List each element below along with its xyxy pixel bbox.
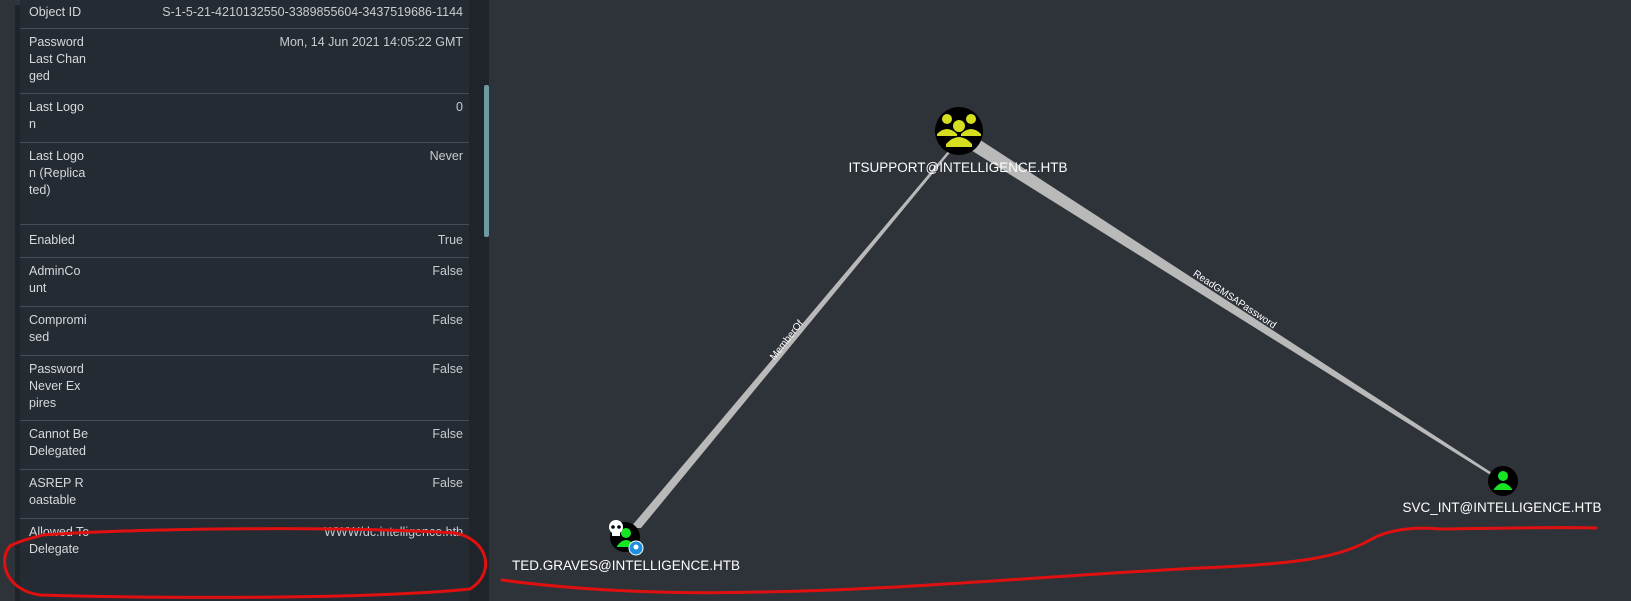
property-value[interactable]: False [432,361,463,378]
property-value[interactable]: Mon, 14 Jun 2021 14:05:22 GMT [280,34,463,51]
node-svc-int-label: SVC_INT@INTELLIGENCE.HTB [1403,500,1602,515]
property-row-cannot-be-delegated: Cannot Be Delegated False [20,421,472,470]
node-ted-graves-label: TED.GRAVES@INTELLIGENCE.HTB [512,558,740,573]
property-label: Last Logon [29,100,84,131]
property-row-compromised: Compromised False [20,307,472,356]
property-label: Compromised [29,313,87,344]
node-itsupport-label: ITSUPPORT@INTELLIGENCE.HTB [849,160,1068,175]
property-row-admincount: AdminCount False [20,258,472,307]
graph-canvas[interactable]: MemberOf ReadGMSAPassword ITSUPPORT@INTE… [489,0,1631,601]
edge-memberof[interactable]: MemberOf [630,137,962,528]
property-value[interactable]: False [432,475,463,492]
property-row-enabled: Enabled True [20,225,472,258]
node-properties-panel: Object ID S-1-5-21-4210132550-3389855604… [15,0,489,601]
node-itsupport[interactable]: ITSUPPORT@INTELLIGENCE.HTB [849,107,1068,175]
property-row-last-logon-replicated: Last Logon (Replicated) Never [20,143,472,225]
property-value[interactable]: 0 [456,99,463,116]
property-row-allowed-to-delegate: Allowed To Delegate WWW/dc.intelligence.… [20,519,472,569]
property-value[interactable]: False [432,312,463,329]
property-value[interactable]: S-1-5-21-4210132550-3389855604-343751968… [162,4,463,21]
property-value[interactable]: True [438,232,463,249]
property-row-password-last-changed: Password Last Changed Mon, 14 Jun 2021 1… [20,29,472,94]
property-row-password-never-expires: Password Never Expires False [20,356,472,421]
property-value[interactable]: False [432,263,463,280]
edge-readgmsapassword[interactable]: ReadGMSAPassword [958,132,1506,484]
property-label: Object ID [29,5,82,19]
property-value[interactable]: WWW/dc.intelligence.htb [324,524,463,541]
property-value[interactable]: Never [430,148,463,165]
property-label: AdminCount [29,264,81,295]
property-label: Password Last Changed [29,35,86,83]
edge-readgmsapassword-label: ReadGMSAPassword [1191,268,1278,331]
edge-readgmsapassword-line [958,132,1506,484]
node-svc-int[interactable]: SVC_INT@INTELLIGENCE.HTB [1403,466,1602,515]
property-row-last-logon: Last Logon 0 [20,94,472,143]
property-label: Last Logon (Replicated) [29,149,86,197]
property-label: Cannot Be Delegated [29,427,89,458]
property-row-object-id: Object ID S-1-5-21-4210132550-3389855604… [20,0,472,29]
property-label: ASREP Roastable [29,476,84,507]
edge-memberof-label: MemberOf [768,318,806,362]
property-label: Password Never Expires [29,362,84,410]
properties-table: Object ID S-1-5-21-4210132550-3389855604… [20,0,472,601]
map-marker-icon [628,540,644,556]
node-ted-graves[interactable]: TED.GRAVES@INTELLIGENCE.HTB [512,520,740,573]
property-label: Enabled [29,233,75,247]
property-row-asrep-roastable: ASREP Roastable False [20,470,472,519]
property-value[interactable]: False [432,426,463,443]
property-label: Allowed To Delegate [29,525,90,556]
window-edge [0,0,15,601]
